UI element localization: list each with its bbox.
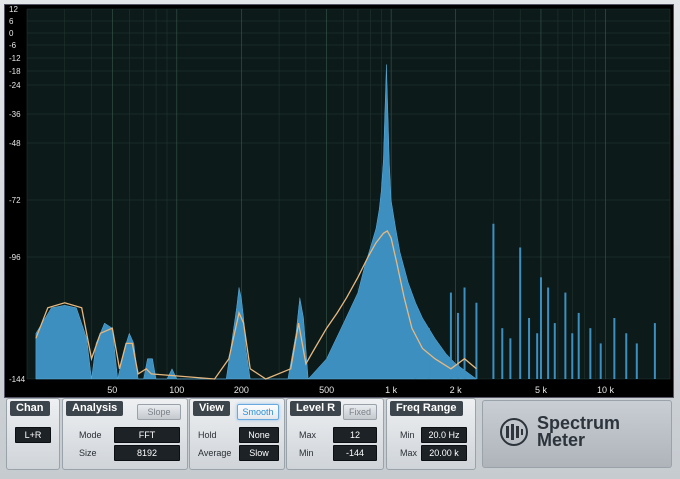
spectrum-spike	[635, 343, 638, 379]
x-tick-label: 50	[107, 385, 117, 395]
view-group: View Smooth Hold None Average Slow	[189, 398, 285, 470]
level-max-field[interactable]: 12	[333, 427, 377, 443]
spectrum-spike	[528, 318, 531, 379]
size-selector[interactable]: 8192	[114, 445, 180, 461]
view-title: View	[193, 401, 230, 416]
y-tick-label: -96	[9, 253, 21, 262]
y-tick-label: 12	[9, 5, 18, 14]
x-tick-label: 5 k	[535, 385, 548, 395]
freq-min-label: Min	[400, 430, 415, 440]
spectrum-spike	[613, 318, 616, 379]
size-label: Size	[79, 448, 97, 458]
level-min-label: Min	[299, 448, 314, 458]
fixed-button[interactable]: Fixed	[343, 404, 377, 420]
spectrum-meter-window: 12 6 0 -6 -12 -18 -24 -36 -48 -72 -96 -144 50 100 200…	[0, 0, 680, 479]
spectrum-spike	[625, 333, 628, 379]
smooth-button[interactable]: Smooth	[237, 404, 279, 420]
x-tick-label: 1 k	[385, 385, 398, 395]
x-tick-label: 10 k	[597, 385, 615, 395]
spectrum-spike	[589, 328, 592, 379]
y-tick-label: -144	[9, 375, 26, 384]
y-tick-label: -18	[9, 67, 21, 76]
spectrum-spike	[492, 223, 495, 379]
spectrum-spike	[501, 328, 504, 379]
x-tick-label: 500	[319, 385, 334, 395]
hold-label: Hold	[198, 430, 217, 440]
brand-line-2: Meter	[537, 430, 586, 450]
brand-badge: Spectrum Meter	[482, 400, 672, 468]
channel-selector[interactable]: L+R	[15, 427, 51, 443]
spectrum-spike	[577, 312, 580, 379]
spectrum-spike	[539, 277, 542, 379]
spectrum-display: 12 6 0 -6 -12 -18 -24 -36 -48 -72 -96 -144 50 100 200…	[4, 4, 674, 398]
spectrum-spike	[547, 287, 550, 379]
y-tick-label: 6	[9, 17, 14, 26]
mode-label: Mode	[79, 430, 102, 440]
analysis-group: Analysis Slope Mode FFT Size 8192	[62, 398, 188, 470]
spectrum-spike	[653, 323, 656, 379]
chan-group: Chan L+R	[6, 398, 60, 470]
spectrum-spike	[519, 247, 522, 379]
spectrum-spike	[463, 287, 466, 379]
x-tick-label: 200	[234, 385, 249, 395]
y-tick-label: -24	[9, 81, 21, 90]
spectrum-spike	[449, 292, 452, 379]
spectrum-spike	[456, 312, 459, 379]
spectrum-svg: 12 6 0 -6 -12 -18 -24 -36 -48 -72 -96 -144 50 100 200…	[5, 5, 673, 397]
level-max-label: Max	[299, 430, 317, 440]
x-tick-label: 2 k	[450, 385, 463, 395]
spectrum-spike	[571, 333, 574, 379]
y-tick-label: -36	[9, 110, 21, 119]
spectrum-spike	[564, 292, 567, 379]
presonus-logo-icon	[500, 418, 528, 446]
slope-button[interactable]: Slope	[137, 404, 181, 420]
average-selector[interactable]: Slow	[239, 445, 279, 461]
freq-max-label: Max	[400, 448, 418, 458]
analysis-title: Analysis	[66, 401, 124, 416]
y-tick-label: -72	[9, 196, 21, 205]
level-title: Level R	[290, 401, 342, 416]
y-tick-label: -12	[9, 54, 21, 63]
freq-range-group: Freq Range Min 20.0 Hz Max 20.00 k	[386, 398, 476, 470]
hold-selector[interactable]: None	[239, 427, 279, 443]
freq-max-field[interactable]: 20.00 k	[421, 445, 467, 461]
spectrum-spike	[599, 343, 602, 379]
y-tick-label: -48	[9, 139, 21, 148]
level-group: Level R Fixed Max 12 Min -144	[286, 398, 384, 470]
x-tick-label: 100	[169, 385, 184, 395]
level-min-field[interactable]: -144	[333, 445, 377, 461]
freq-range-title: Freq Range	[390, 401, 463, 416]
chan-title: Chan	[10, 401, 50, 416]
average-label: Average	[198, 448, 232, 458]
freq-min-field[interactable]: 20.0 Hz	[421, 427, 467, 443]
spectrum-spike	[414, 307, 417, 379]
brand-title: Spectrum Meter	[537, 414, 620, 450]
spectrum-spike	[536, 333, 539, 379]
control-panel: Chan L+R Analysis Slope Mode FFT Size 81…	[6, 398, 672, 470]
y-tick-label: -6	[9, 41, 17, 50]
spectrum-spike	[509, 338, 512, 379]
spectrum-spike	[553, 323, 556, 379]
mode-selector[interactable]: FFT	[114, 427, 180, 443]
y-tick-label: 0	[9, 29, 14, 38]
